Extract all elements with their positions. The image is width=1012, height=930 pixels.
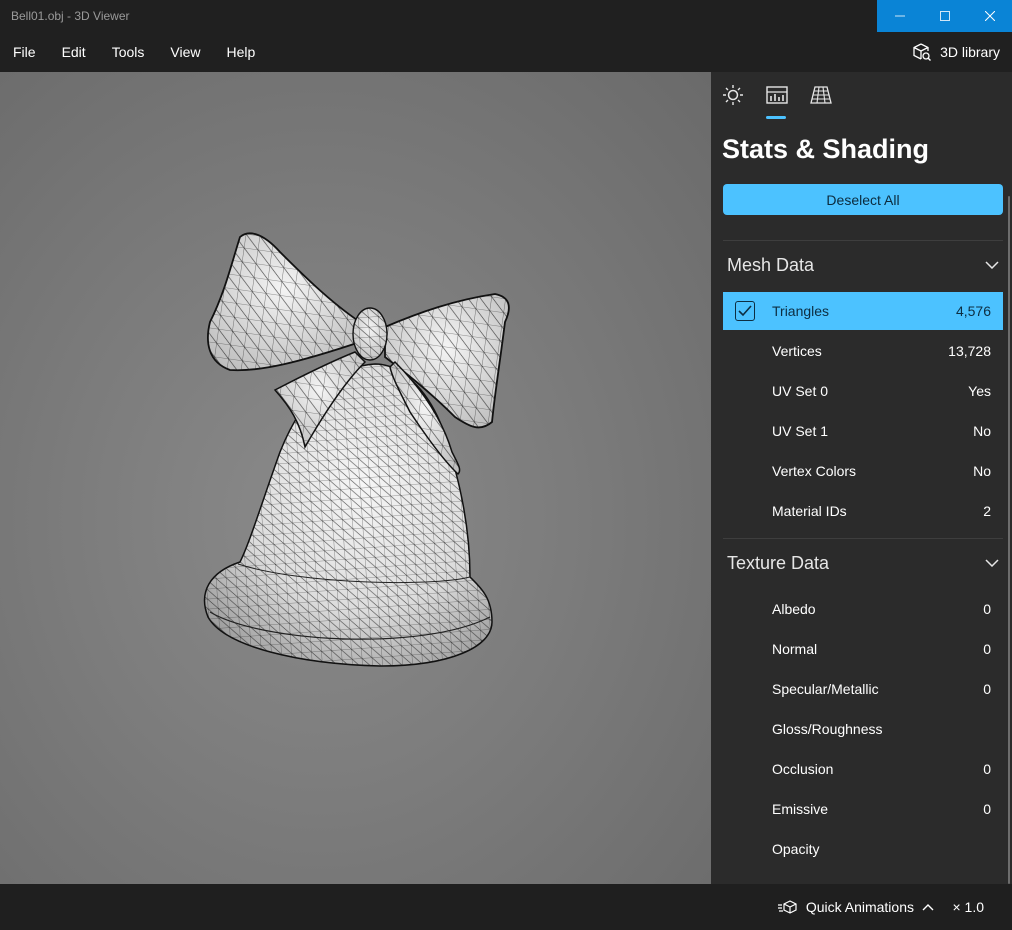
row-value: 2	[983, 503, 991, 519]
maximize-button[interactable]	[922, 0, 967, 32]
texture-row-specular-metallic[interactable]: Specular/Metallic 0	[723, 670, 1003, 708]
texture-data-label: Texture Data	[727, 552, 830, 573]
row-value: 13,728	[948, 343, 991, 359]
3d-library-button[interactable]: 3D library	[912, 32, 1000, 72]
texture-row-occlusion[interactable]: Occlusion 0	[723, 750, 1003, 788]
menu-bar: File Edit Tools View Help 3D library	[0, 32, 1012, 72]
tab-lighting[interactable]	[722, 84, 744, 106]
texture-row-normal[interactable]: Normal 0	[723, 630, 1003, 668]
panel-scrollbar[interactable]	[1008, 196, 1010, 884]
row-label: Triangles	[772, 303, 830, 319]
animation-cube-icon	[777, 900, 797, 914]
row-label: Emissive	[772, 801, 829, 817]
row-value: No	[973, 423, 991, 439]
menu-view[interactable]: View	[157, 32, 213, 72]
3d-library-label: 3D library	[940, 44, 1000, 60]
maximize-icon	[939, 11, 950, 21]
mesh-row-vertex-colors[interactable]: Vertex Colors No	[723, 452, 1003, 490]
bottom-bar: Quick Animations × 1.0	[0, 884, 1012, 930]
panel-tabs	[711, 72, 1012, 120]
chevron-down-icon	[981, 552, 1003, 574]
mesh-row-material-ids[interactable]: Material IDs 2	[723, 492, 1003, 530]
row-value: 4,576	[955, 303, 991, 319]
texture-data-header[interactable]: Texture Data	[723, 541, 1003, 585]
row-value: 0	[983, 681, 991, 697]
mesh-data-header[interactable]: Mesh Data	[723, 243, 1003, 287]
stats-icon	[766, 86, 788, 104]
cube-search-icon	[913, 43, 932, 61]
grid-icon	[810, 86, 832, 104]
mesh-row-uv-set-0[interactable]: UV Set 0 Yes	[723, 372, 1003, 410]
texture-row-opacity[interactable]: Opacity	[723, 830, 1003, 868]
tab-grid-views[interactable]	[810, 84, 832, 106]
row-label: Material IDs	[772, 503, 847, 519]
row-label: Vertex Colors	[772, 463, 857, 479]
row-label: UV Set 1	[772, 423, 829, 439]
row-label: Normal	[772, 641, 818, 657]
quick-animations-label: Quick Animations	[805, 899, 914, 915]
texture-row-albedo[interactable]: Albedo 0	[723, 590, 1003, 628]
chevron-up-icon	[922, 904, 934, 911]
row-label: Gloss/Roughness	[772, 721, 883, 737]
minimize-button[interactable]	[877, 0, 922, 32]
checkmark-icon	[738, 305, 752, 317]
texture-row-emissive[interactable]: Emissive 0	[723, 790, 1003, 828]
row-value: 0	[983, 801, 991, 817]
row-value: 0	[983, 601, 991, 617]
mesh-row-uv-set-1[interactable]: UV Set 1 No	[723, 412, 1003, 450]
quick-animations-button[interactable]: Quick Animations	[777, 884, 934, 930]
main-menu: File Edit Tools View Help	[0, 32, 268, 72]
menu-help[interactable]: Help	[213, 32, 268, 72]
minimize-icon	[894, 15, 905, 17]
panel-title: Stats & Shading	[722, 134, 930, 164]
bell-model-wireframe	[203, 232, 510, 667]
playback-speed[interactable]: × 1.0	[952, 884, 984, 930]
3d-viewport[interactable]	[0, 72, 711, 884]
tab-stats-shading[interactable]	[766, 84, 788, 119]
row-value: 0	[983, 641, 991, 657]
menu-tools[interactable]: Tools	[99, 32, 158, 72]
row-label: UV Set 0	[772, 383, 829, 399]
divider	[723, 538, 1003, 539]
window-controls	[877, 0, 1012, 32]
row-label: Albedo	[772, 601, 816, 617]
close-button[interactable]	[967, 0, 1012, 32]
window-title: Bell01.obj - 3D Viewer	[11, 9, 130, 23]
menu-edit[interactable]: Edit	[49, 32, 99, 72]
mesh-row-triangles[interactable]: Triangles 4,576	[723, 292, 1003, 330]
row-label: Opacity	[772, 841, 820, 857]
chevron-down-icon	[981, 254, 1003, 276]
triangles-checkbox[interactable]	[735, 301, 755, 321]
row-label: Specular/Metallic	[772, 681, 879, 697]
row-label: Vertices	[772, 343, 822, 359]
texture-row-gloss-roughness[interactable]: Gloss/Roughness	[723, 710, 1003, 748]
deselect-all-button[interactable]: Deselect All	[723, 184, 1003, 215]
stats-panel: Stats & Shading Deselect All Mesh Data T…	[711, 72, 1012, 884]
row-value: 0	[983, 761, 991, 777]
sun-icon	[723, 85, 743, 105]
row-value: No	[973, 463, 991, 479]
mesh-data-label: Mesh Data	[727, 254, 815, 275]
divider	[723, 240, 1003, 241]
menu-file[interactable]: File	[0, 32, 49, 72]
close-icon	[984, 11, 995, 21]
row-value: Yes	[968, 383, 991, 399]
row-label: Occlusion	[772, 761, 834, 777]
mesh-row-vertices[interactable]: Vertices 13,728	[723, 332, 1003, 370]
title-bar: Bell01.obj - 3D Viewer	[0, 0, 1012, 32]
